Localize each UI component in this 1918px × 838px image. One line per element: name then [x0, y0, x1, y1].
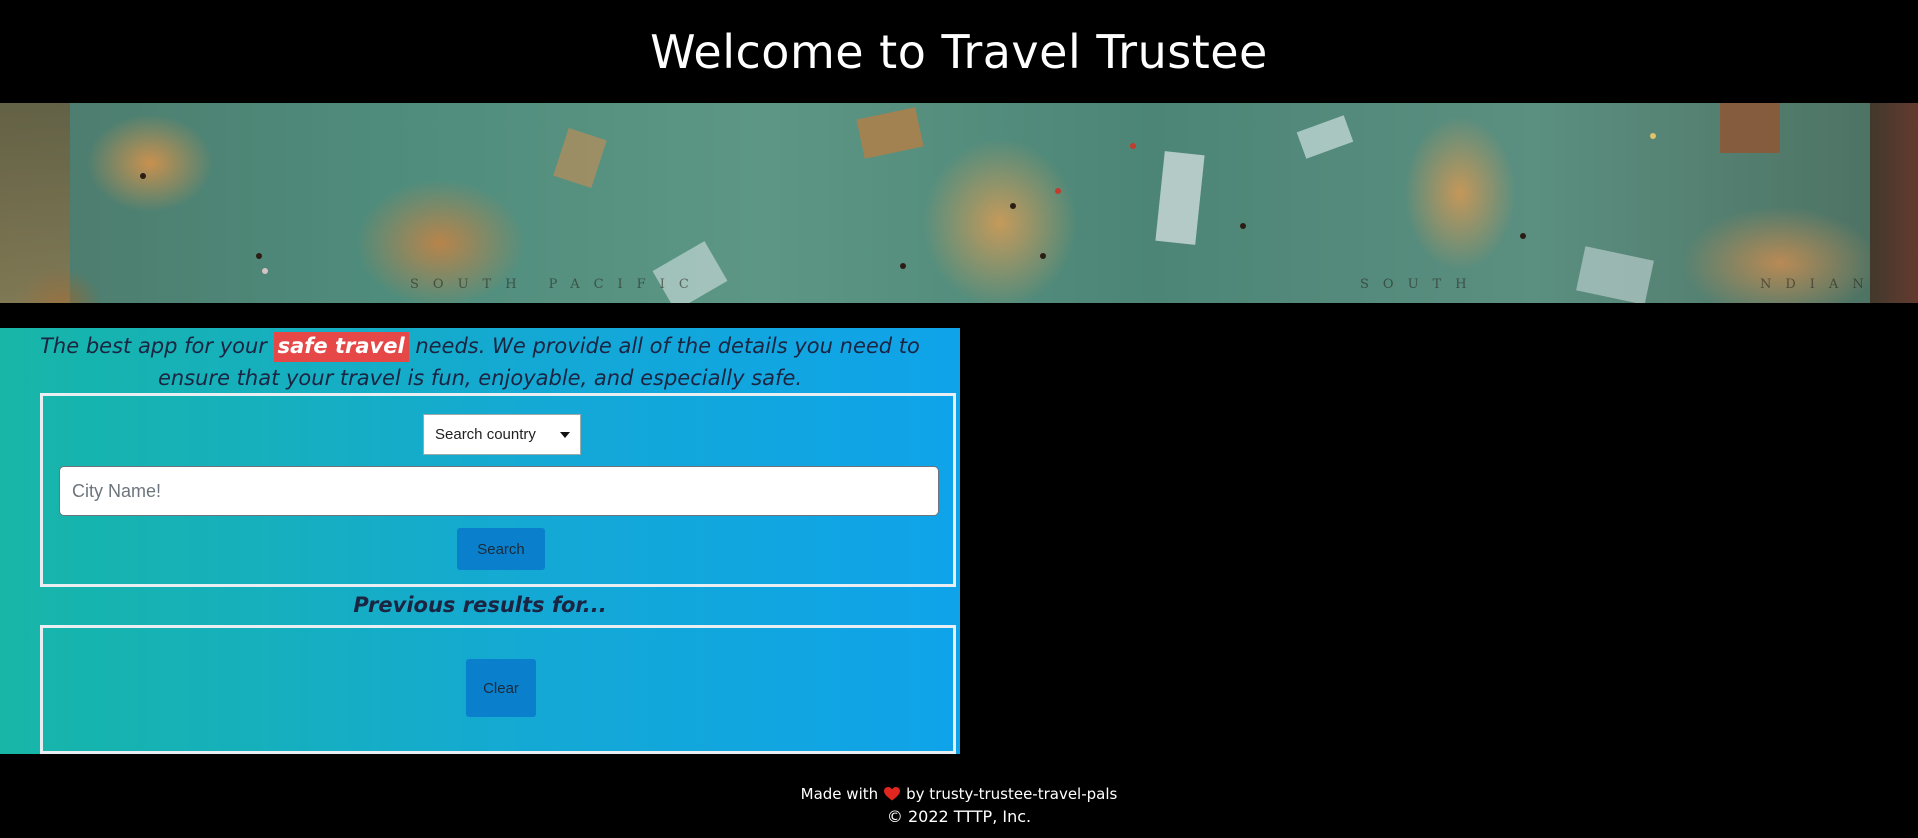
footer-made-with: Made with: [800, 785, 879, 803]
previous-results-title: Previous results for...: [353, 593, 607, 617]
previous-results-box: Clear: [40, 625, 956, 754]
footer-by: by trusty-trustee-travel-pals: [906, 785, 1118, 803]
map-labels: SOUTH PACIFIC SOUTH NDIAN: [410, 277, 1878, 292]
country-select[interactable]: Search country: [423, 414, 581, 455]
footer-copyright: © 2022 TTTP, Inc.: [886, 807, 1032, 826]
page-title: Welcome to Travel Trustee: [650, 24, 1268, 79]
hero-map-banner: SOUTH PACIFIC SOUTH NDIAN: [0, 103, 1918, 303]
intro-highlight: safe travel: [273, 332, 409, 362]
search-form: Search country Search: [40, 393, 956, 587]
page-footer: Made with by trusty-trustee-travel-pals …: [0, 782, 1918, 828]
footer-credits: Made with by trusty-trustee-travel-pals: [0, 782, 1918, 806]
chevron-down-icon: [560, 431, 570, 438]
main-panel: The best app for your safe travel needs.…: [0, 328, 960, 754]
intro-text: The best app for your safe travel needs.…: [0, 328, 960, 394]
country-select-label: Search country: [435, 426, 536, 443]
heart-icon: [884, 787, 901, 801]
intro-text-before: The best app for your: [40, 334, 274, 358]
search-button[interactable]: Search: [457, 528, 545, 570]
page-header: Welcome to Travel Trustee: [0, 0, 1918, 103]
city-name-input[interactable]: [59, 466, 939, 516]
clear-button[interactable]: Clear: [466, 659, 536, 717]
